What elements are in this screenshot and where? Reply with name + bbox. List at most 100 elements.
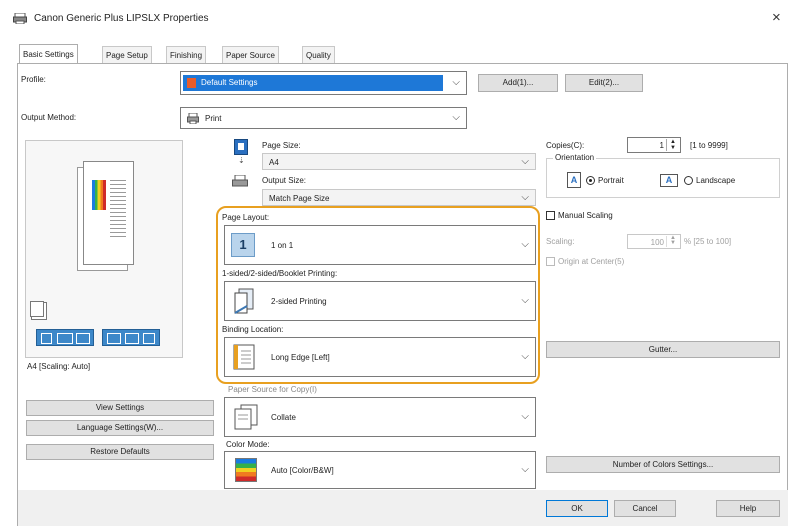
page-size-value: A4: [269, 158, 279, 167]
cancel-button[interactable]: Cancel: [614, 500, 676, 517]
printing-mode-select[interactable]: 2-sided Printing ⌵: [224, 281, 536, 321]
scaling-range: % [25 to 100]: [684, 237, 732, 246]
window-title: Canon Generic Plus LIPSLX Properties: [34, 13, 209, 24]
number-of-colors-button[interactable]: Number of Colors Settings...: [546, 456, 780, 473]
add-profile-button[interactable]: Add(1)...: [478, 74, 558, 92]
color-mode-value: Auto [Color/B&W]: [271, 466, 334, 475]
profile-label: Profile:: [21, 75, 46, 84]
output-size-label: Output Size:: [262, 176, 307, 185]
copies-range: [1 to 9999]: [690, 141, 728, 150]
copies-value: 1: [659, 141, 664, 150]
language-settings-button[interactable]: Language Settings(W)...: [26, 420, 214, 436]
collate-icon: [233, 404, 259, 430]
chevron-down-icon: ⌵: [521, 350, 529, 362]
page-icon: [41, 333, 52, 344]
output-size-select[interactable]: Match Page Size ⌵: [262, 189, 536, 206]
color-mode-icon: [235, 458, 257, 482]
chevron-down-icon: ⌵: [521, 155, 529, 167]
view-settings-button[interactable]: View Settings: [26, 400, 214, 416]
preview-panel: [25, 140, 183, 358]
chevron-down-icon: ⌵: [521, 191, 529, 203]
help-button[interactable]: Help: [716, 500, 780, 517]
preview-page: [83, 161, 134, 265]
color-mode-label: Color Mode:: [226, 440, 270, 449]
page-icon: [238, 143, 244, 150]
tab-quality[interactable]: Quality: [302, 46, 335, 63]
profile-icon: [187, 78, 196, 88]
tab-finishing[interactable]: Finishing: [166, 46, 207, 63]
page-layout-label: Page Layout:: [222, 213, 270, 222]
ok-button[interactable]: OK: [546, 500, 608, 517]
scaling-input[interactable]: 100 ▲ ▼: [627, 234, 681, 249]
output-method-label: Output Method:: [21, 113, 77, 122]
staple-icon: [76, 333, 90, 344]
portrait-radio[interactable]: [586, 176, 595, 185]
restore-defaults-button[interactable]: Restore Defaults: [26, 444, 214, 460]
output-order-select[interactable]: Collate ⌵: [224, 397, 536, 437]
print-icon: [187, 112, 199, 125]
output-order-label: Paper Source for Copy(I): [228, 385, 317, 394]
printing-mode-label: 1-sided/2-sided/Booklet Printing:: [222, 269, 338, 278]
landscape-icon: A: [660, 174, 678, 187]
scaling-label: Scaling:: [546, 237, 575, 246]
page-size-icon: [234, 139, 248, 155]
preview-text-lines: [110, 180, 126, 240]
orientation-label: Orientation: [553, 153, 597, 162]
profile-select[interactable]: Default Settings ⌵: [180, 71, 467, 95]
tab-basic-settings[interactable]: Basic Settings: [19, 44, 78, 64]
page-layout-value: 1 on 1: [271, 241, 294, 250]
output-method-select[interactable]: Print ⌵: [180, 107, 467, 129]
binding-location-value: Long Edge [Left]: [271, 353, 330, 362]
chevron-down-icon: ⌵: [521, 463, 529, 475]
page-size-select[interactable]: A4 ⌵: [262, 153, 536, 170]
edit-profile-button[interactable]: Edit(2)...: [565, 74, 643, 92]
chevron-down-icon: ⌵: [521, 294, 529, 306]
color-mode-select[interactable]: Auto [Color/B&W] ⌵: [224, 451, 536, 489]
arrow-down-icon: ⇣: [238, 156, 245, 165]
copies-input[interactable]: 1 ▲ ▼: [627, 137, 681, 153]
page-layout-icon: 1: [231, 233, 255, 257]
landscape-radio[interactable]: [684, 176, 693, 185]
color-icon: [143, 333, 155, 344]
portrait-label: Portrait: [598, 176, 624, 185]
chevron-down-icon: ⌵: [452, 76, 460, 88]
landscape-label: Landscape: [696, 176, 736, 185]
output-method-value: Print: [205, 114, 222, 123]
manual-scaling-checkbox[interactable]: [546, 211, 555, 220]
chevron-down-icon: ⌵: [521, 238, 529, 250]
origin-center-checkbox[interactable]: [546, 257, 555, 266]
fold-icon: [125, 333, 139, 344]
chevron-down-icon: ⌵: [521, 410, 529, 422]
preview-icon-group-2[interactable]: [102, 329, 160, 346]
copies-label: Copies(C):: [546, 141, 585, 150]
page-layout-select[interactable]: 1 1 on 1 ⌵: [224, 225, 536, 265]
preview-color-image: [92, 180, 106, 210]
manual-scaling-label: Manual Scaling: [558, 211, 613, 220]
printer-icon: [13, 12, 27, 25]
copies-spinner[interactable]: ▲ ▼: [666, 139, 679, 151]
two-sided-icon: [233, 288, 255, 314]
preview-icon-group-1[interactable]: [36, 329, 94, 346]
title-bar: Canon Generic Plus LIPSLX Properties ×: [0, 0, 788, 36]
close-icon[interactable]: ×: [772, 9, 781, 26]
copies-stack-icon: [30, 301, 44, 317]
binding-left-icon: [233, 344, 255, 370]
scaling-spinner[interactable]: ▲ ▼: [666, 235, 679, 247]
tab-paper-source[interactable]: Paper Source: [222, 46, 279, 63]
binding-location-select[interactable]: Long Edge [Left] ⌵: [224, 337, 536, 377]
preview-caption: A4 [Scaling: Auto]: [27, 362, 91, 371]
gutter-button[interactable]: Gutter...: [546, 341, 780, 358]
booklet-icon: [57, 333, 73, 344]
binding-location-label: Binding Location:: [222, 325, 284, 334]
output-size-value: Match Page Size: [269, 194, 330, 203]
tab-page-setup[interactable]: Page Setup: [102, 46, 152, 63]
origin-center-label: Origin at Center(5): [558, 257, 625, 266]
output-size-icon: [232, 174, 248, 188]
scaling-value: 100: [650, 238, 664, 247]
printing-mode-value: 2-sided Printing: [271, 297, 327, 306]
chevron-down-icon: ⌵: [452, 111, 460, 123]
output-order-value: Collate: [271, 413, 296, 422]
portrait-icon: A: [567, 172, 581, 188]
hole-punch-icon: [107, 333, 121, 344]
page-size-label: Page Size:: [262, 141, 301, 150]
